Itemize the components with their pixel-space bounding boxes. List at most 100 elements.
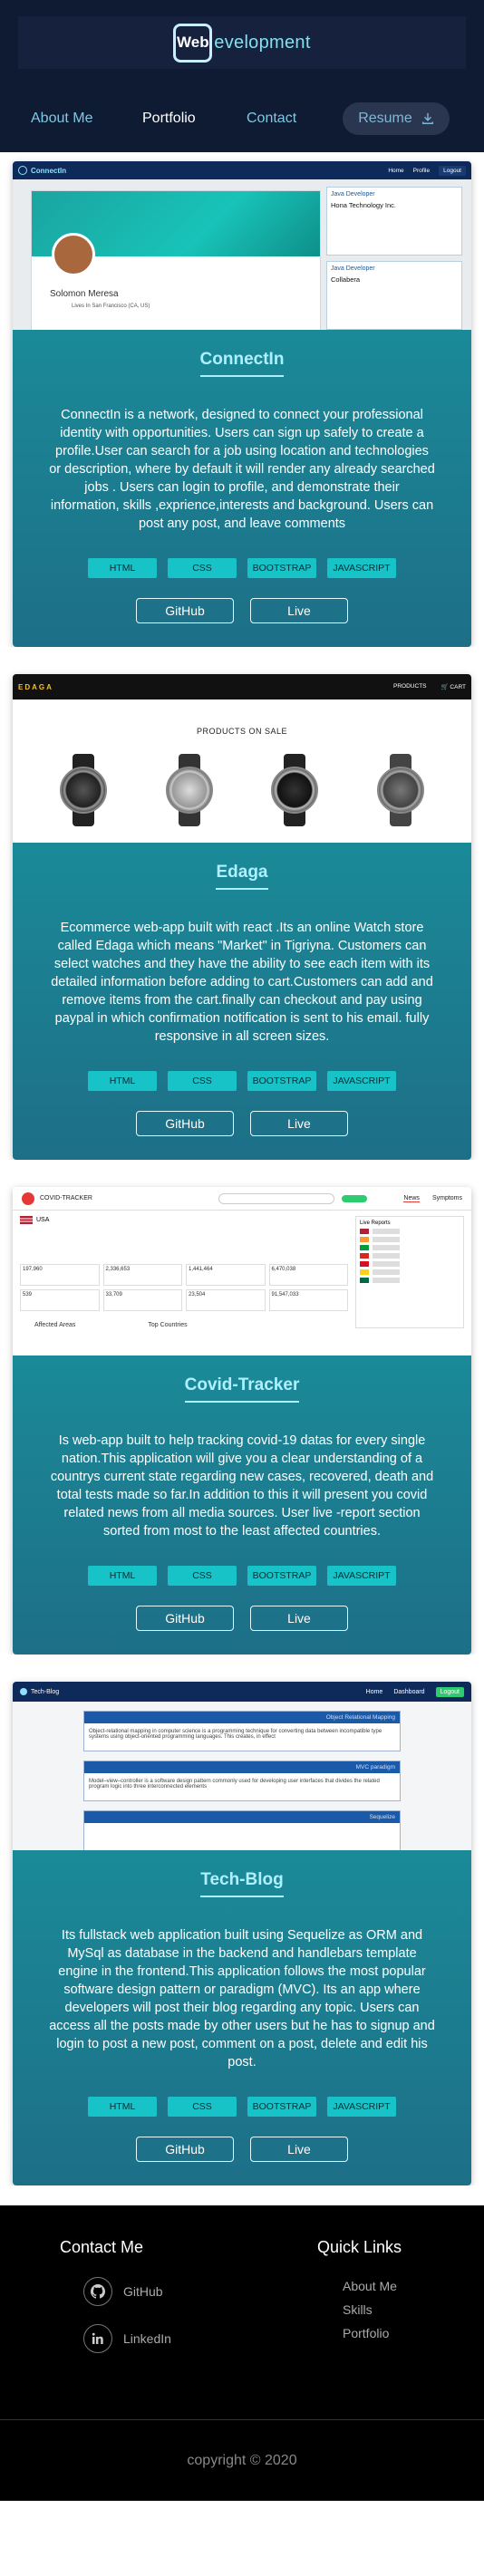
quick-link-portfolio[interactable]: Portfolio xyxy=(343,2326,402,2340)
shot-brand: ConnectIn xyxy=(31,166,67,175)
shot-country: USA xyxy=(20,1216,348,1224)
nav-contact[interactable]: Contact xyxy=(247,111,296,127)
stat-box: 2,336,653 xyxy=(102,1264,182,1286)
virus-icon xyxy=(22,1192,34,1205)
copyright: copyright © 2020 xyxy=(0,2419,484,2501)
watch-image xyxy=(268,754,321,826)
project-card-covid-tracker: COVID-TRACKER News Symptoms USA 197,960 … xyxy=(13,1187,471,1655)
shot-job: Java Developer Hona Technology Inc. xyxy=(326,187,462,256)
shot-nav-symptoms: Symptoms xyxy=(431,1194,462,1201)
project-links: GitHub Live xyxy=(31,2137,453,2162)
contact-heading: Contact Me xyxy=(60,2238,144,2256)
download-icon xyxy=(421,112,433,124)
stat-box: 23,504 xyxy=(186,1289,266,1311)
shot-post-body: Object-relational mapping in computer sc… xyxy=(89,1729,382,1740)
logo[interactable]: Web evelopment xyxy=(18,16,466,69)
tech-tags: HTML CSS BOOTSTRAP JAVASCRIPT xyxy=(31,1071,453,1091)
nav-about[interactable]: About Me xyxy=(31,111,92,127)
quick-link-about[interactable]: About Me xyxy=(343,2279,402,2293)
live-button[interactable]: Live xyxy=(250,1606,348,1631)
project-screenshot[interactable]: COVID-TRACKER News Symptoms USA 197,960 … xyxy=(13,1187,471,1356)
tag-bootstrap: BOOTSTRAP xyxy=(247,1566,316,1586)
shot-nav-news: News xyxy=(403,1194,420,1202)
shot-pill xyxy=(342,1194,368,1202)
quick-links-section: Quick Links About Me Skills Portfolio xyxy=(317,2238,402,2340)
shot-nav: EDAGA PRODUCTS 🛒 CART xyxy=(13,674,471,699)
shot-heading: PRODUCTS ON SALE xyxy=(196,727,288,736)
tag-html: HTML xyxy=(88,1071,157,1091)
shot-nav-dashboard: Dashboard xyxy=(393,1688,425,1695)
shot-nav-home: Home xyxy=(365,1688,383,1695)
shot-job-company: Collabera xyxy=(331,275,361,284)
stat-box: 539 xyxy=(20,1289,100,1311)
stat-box: 1,441,464 xyxy=(186,1264,266,1286)
stat-box: 33,709 xyxy=(102,1289,182,1311)
tag-html: HTML xyxy=(88,2097,157,2117)
project-card-edaga: EDAGA PRODUCTS 🛒 CART PRODUCTS ON SALE E… xyxy=(13,674,471,1160)
shot-post: MVC paradigm Model–view–controller is a … xyxy=(83,1761,401,1801)
site-header: Web evelopment About Me Portfolio Contac… xyxy=(0,0,484,152)
shot-profile-name: Solomon Meresa xyxy=(50,289,119,299)
project-description: Its fullstack web application built usin… xyxy=(49,1928,435,2069)
tech-tags: HTML CSS BOOTSTRAP JAVASCRIPT xyxy=(31,1566,453,1586)
linkedin-icon xyxy=(83,2324,112,2353)
project-screenshot[interactable]: Tech-Blog Home Dashboard Logout Object R… xyxy=(13,1682,471,1850)
shot-post-title: Object Relational Mapping xyxy=(325,1714,395,1721)
avatar xyxy=(52,233,95,276)
quick-links-heading: Quick Links xyxy=(317,2238,402,2256)
github-button[interactable]: GitHub xyxy=(136,598,234,623)
live-button[interactable]: Live xyxy=(250,2137,348,2162)
shot-job-title: Java Developer xyxy=(331,191,375,198)
tech-tags: HTML CSS BOOTSTRAP JAVASCRIPT xyxy=(31,2097,453,2117)
shot-post-title: Sequelize xyxy=(369,1814,395,1820)
tag-bootstrap: BOOTSTRAP xyxy=(247,1071,316,1091)
project-screenshot[interactable]: ConnectIn Home Profile Logout Solomon Me… xyxy=(13,161,471,330)
shot-job-company: Hona Technology Inc. xyxy=(331,201,396,209)
project-card-connectin: ConnectIn Home Profile Logout Solomon Me… xyxy=(13,161,471,647)
live-button[interactable]: Live xyxy=(250,598,348,623)
project-links: GitHub Live xyxy=(31,1111,453,1136)
resume-button[interactable]: Resume xyxy=(343,102,450,135)
shot-nav: ConnectIn Home Profile Logout xyxy=(13,161,471,179)
linkedin-link[interactable]: LinkedIn xyxy=(83,2324,171,2353)
quick-link-skills[interactable]: Skills xyxy=(343,2302,402,2317)
tag-javascript: JAVASCRIPT xyxy=(327,1071,396,1091)
shot-affected-areas: Affected Areas xyxy=(34,1322,76,1328)
watch-image xyxy=(374,754,427,826)
tag-css: CSS xyxy=(168,1071,237,1091)
shot-nav-products: PRODUCTS xyxy=(393,683,427,690)
github-button[interactable]: GitHub xyxy=(136,2137,234,2162)
shot-profile-card: Solomon Meresa Lives In San Francisco (C… xyxy=(31,190,321,330)
shot-post: Sequelize xyxy=(83,1810,401,1850)
tag-css: CSS xyxy=(168,2097,237,2117)
shot-nav-logout: Logout xyxy=(439,165,466,176)
tag-javascript: JAVASCRIPT xyxy=(327,558,396,578)
project-title: ConnectIn xyxy=(199,350,285,377)
watch-image xyxy=(163,754,216,826)
shot-brand: EDAGA xyxy=(18,682,53,691)
github-button[interactable]: GitHub xyxy=(136,1606,234,1631)
github-button[interactable]: GitHub xyxy=(136,1111,234,1136)
project-description: ConnectIn is a network, designed to conn… xyxy=(49,408,435,531)
shot-post: Object Relational Mapping Object-relatio… xyxy=(83,1711,401,1751)
project-card-tech-blog: Tech-Blog Home Dashboard Logout Object R… xyxy=(13,1682,471,2185)
project-title: Tech-Blog xyxy=(200,1870,284,1897)
shot-nav-cart: 🛒 CART xyxy=(440,684,466,690)
shot-search xyxy=(218,1192,335,1204)
shot-brand: COVID-TRACKER xyxy=(40,1195,92,1201)
github-link[interactable]: GitHub xyxy=(83,2277,171,2306)
linkedin-label: LinkedIn xyxy=(123,2331,171,2346)
shot-product-grid xyxy=(13,736,471,826)
project-screenshot[interactable]: EDAGA PRODUCTS 🛒 CART PRODUCTS ON SALE xyxy=(13,674,471,843)
nav-portfolio[interactable]: Portfolio xyxy=(142,111,196,127)
shot-job: Java Developer Collabera xyxy=(326,261,462,330)
tag-javascript: JAVASCRIPT xyxy=(327,1566,396,1586)
tag-css: CSS xyxy=(168,558,237,578)
live-button[interactable]: Live xyxy=(250,1111,348,1136)
tag-html: HTML xyxy=(88,1566,157,1586)
shot-nav-cart-label: CART xyxy=(450,684,466,690)
shot-nav: Tech-Blog Home Dashboard Logout xyxy=(13,1682,471,1702)
shot-post-body: Model–view–controller is a software desi… xyxy=(89,1779,380,1790)
site-footer: Contact Me GitHub LinkedIn Quick Links A… xyxy=(0,2205,484,2501)
project-links: GitHub Live xyxy=(31,598,453,623)
